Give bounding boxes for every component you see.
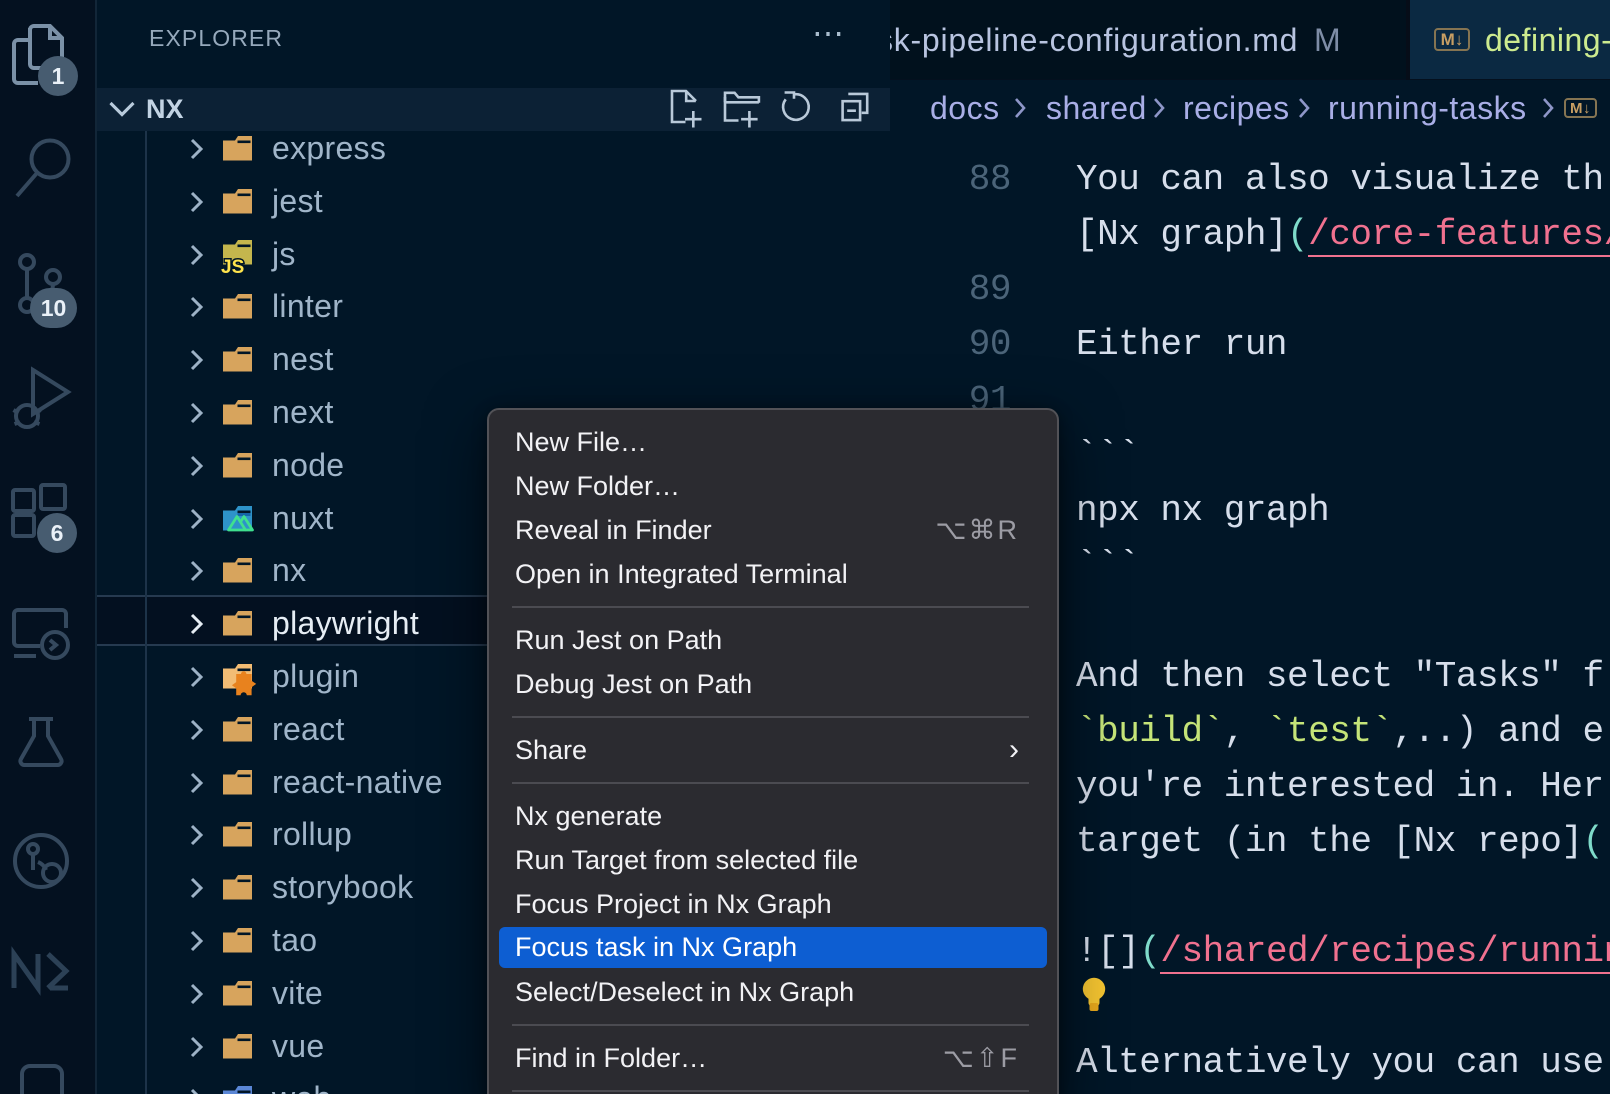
svg-text:JS: JS (221, 257, 244, 277)
